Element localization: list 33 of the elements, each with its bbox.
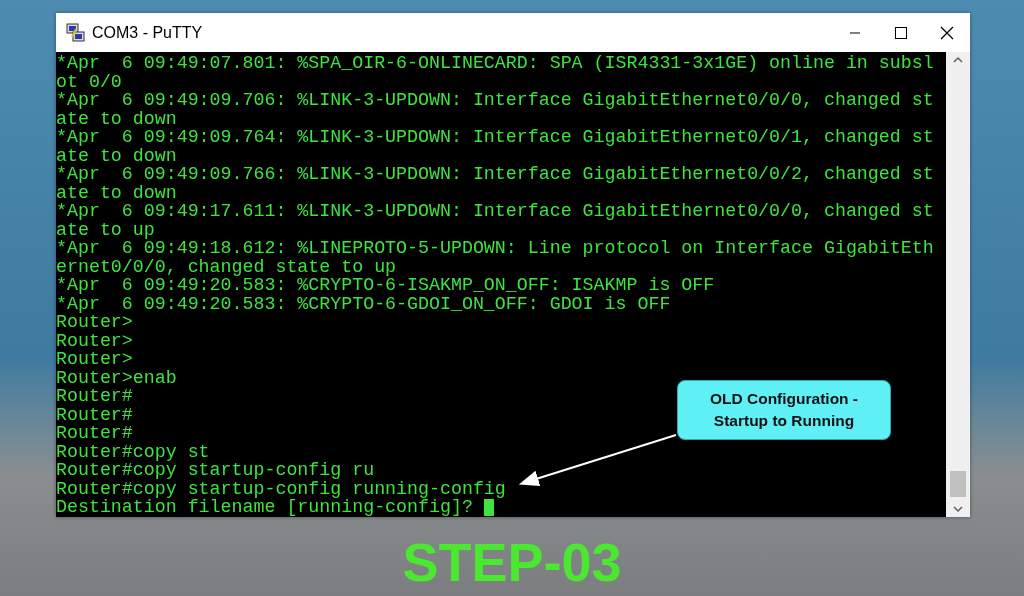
scrollbar-thumb[interactable] xyxy=(950,471,966,497)
terminal-line: Router>enab xyxy=(56,368,177,388)
window-title: COM3 - PuTTY xyxy=(92,22,203,43)
step-heading: STEP-03 xyxy=(402,532,622,592)
terminal-line: *Apr 6 09:49:20.583: %CRYPTO-6-ISAKMP_ON_OFF: ISAKMP is OFF xyxy=(56,276,715,295)
terminal-line: ot 0/0 xyxy=(56,72,122,92)
terminal-line: Router#copy st xyxy=(56,442,210,462)
terminal-line: Destination filename [running-config]? xyxy=(56,498,473,517)
terminal-line: ate to down xyxy=(56,109,177,129)
terminal-line: Router#copy startup-config running-config xyxy=(56,479,506,499)
maximize-icon xyxy=(894,25,908,40)
putty-app-icon xyxy=(66,22,86,43)
terminal-line: Router#copy startup-config ru xyxy=(56,461,375,480)
terminal-line: Router> xyxy=(56,313,133,332)
terminal-line: *Apr 6 09:49:09.766: %LINK-3-UPDOWN: Interface GigabitEthernet0/0/2, changed st xyxy=(56,165,934,184)
terminal-line: Router> xyxy=(56,331,133,351)
terminal-line: ernet0/0/0, changed state to up xyxy=(56,257,397,277)
terminal-line: *Apr 6 09:49:09.764: %LINK-3-UPDOWN: Interface GigabitEthernet0/0/1, changed st xyxy=(56,128,934,147)
scrollbar[interactable] xyxy=(946,52,970,517)
terminal-line: Router# xyxy=(56,424,133,443)
terminal-line: ate to down xyxy=(56,146,177,166)
terminal-line: Router# xyxy=(56,387,133,406)
callout-note: OLD Configuration - Startup to Running xyxy=(677,380,891,440)
terminal-line: *Apr 6 09:49:17.611: %LINK-3-UPDOWN: Interface GigabitEthernet0/0/0, changed st xyxy=(56,202,934,221)
terminal-line: *Apr 6 09:49:18.612: %LINEPROTO-5-UPDOWN: Line protocol on Interface GigabitEth xyxy=(56,239,934,258)
terminal-line: ate to down xyxy=(56,183,177,203)
close-icon xyxy=(940,25,954,40)
terminal-line: *Apr 6 09:49:20.583: %CRYPTO-6-GDOI_ON_OFF: GDOI is OFF xyxy=(56,294,671,314)
terminal-line: *Apr 6 09:49:09.706: %LINK-3-UPDOWN: Interface GigabitEthernet0/0/0, changed st xyxy=(56,91,934,110)
terminal-line: Router# xyxy=(56,405,133,425)
terminal-line: *Apr 6 09:49:07.801: %SPA_OIR-6-ONLINECARD: SPA (ISR4331-3x1GE) online in subsl xyxy=(56,54,934,73)
terminal-line: ate to up xyxy=(56,220,155,240)
terminal-line: Router> xyxy=(56,350,133,369)
